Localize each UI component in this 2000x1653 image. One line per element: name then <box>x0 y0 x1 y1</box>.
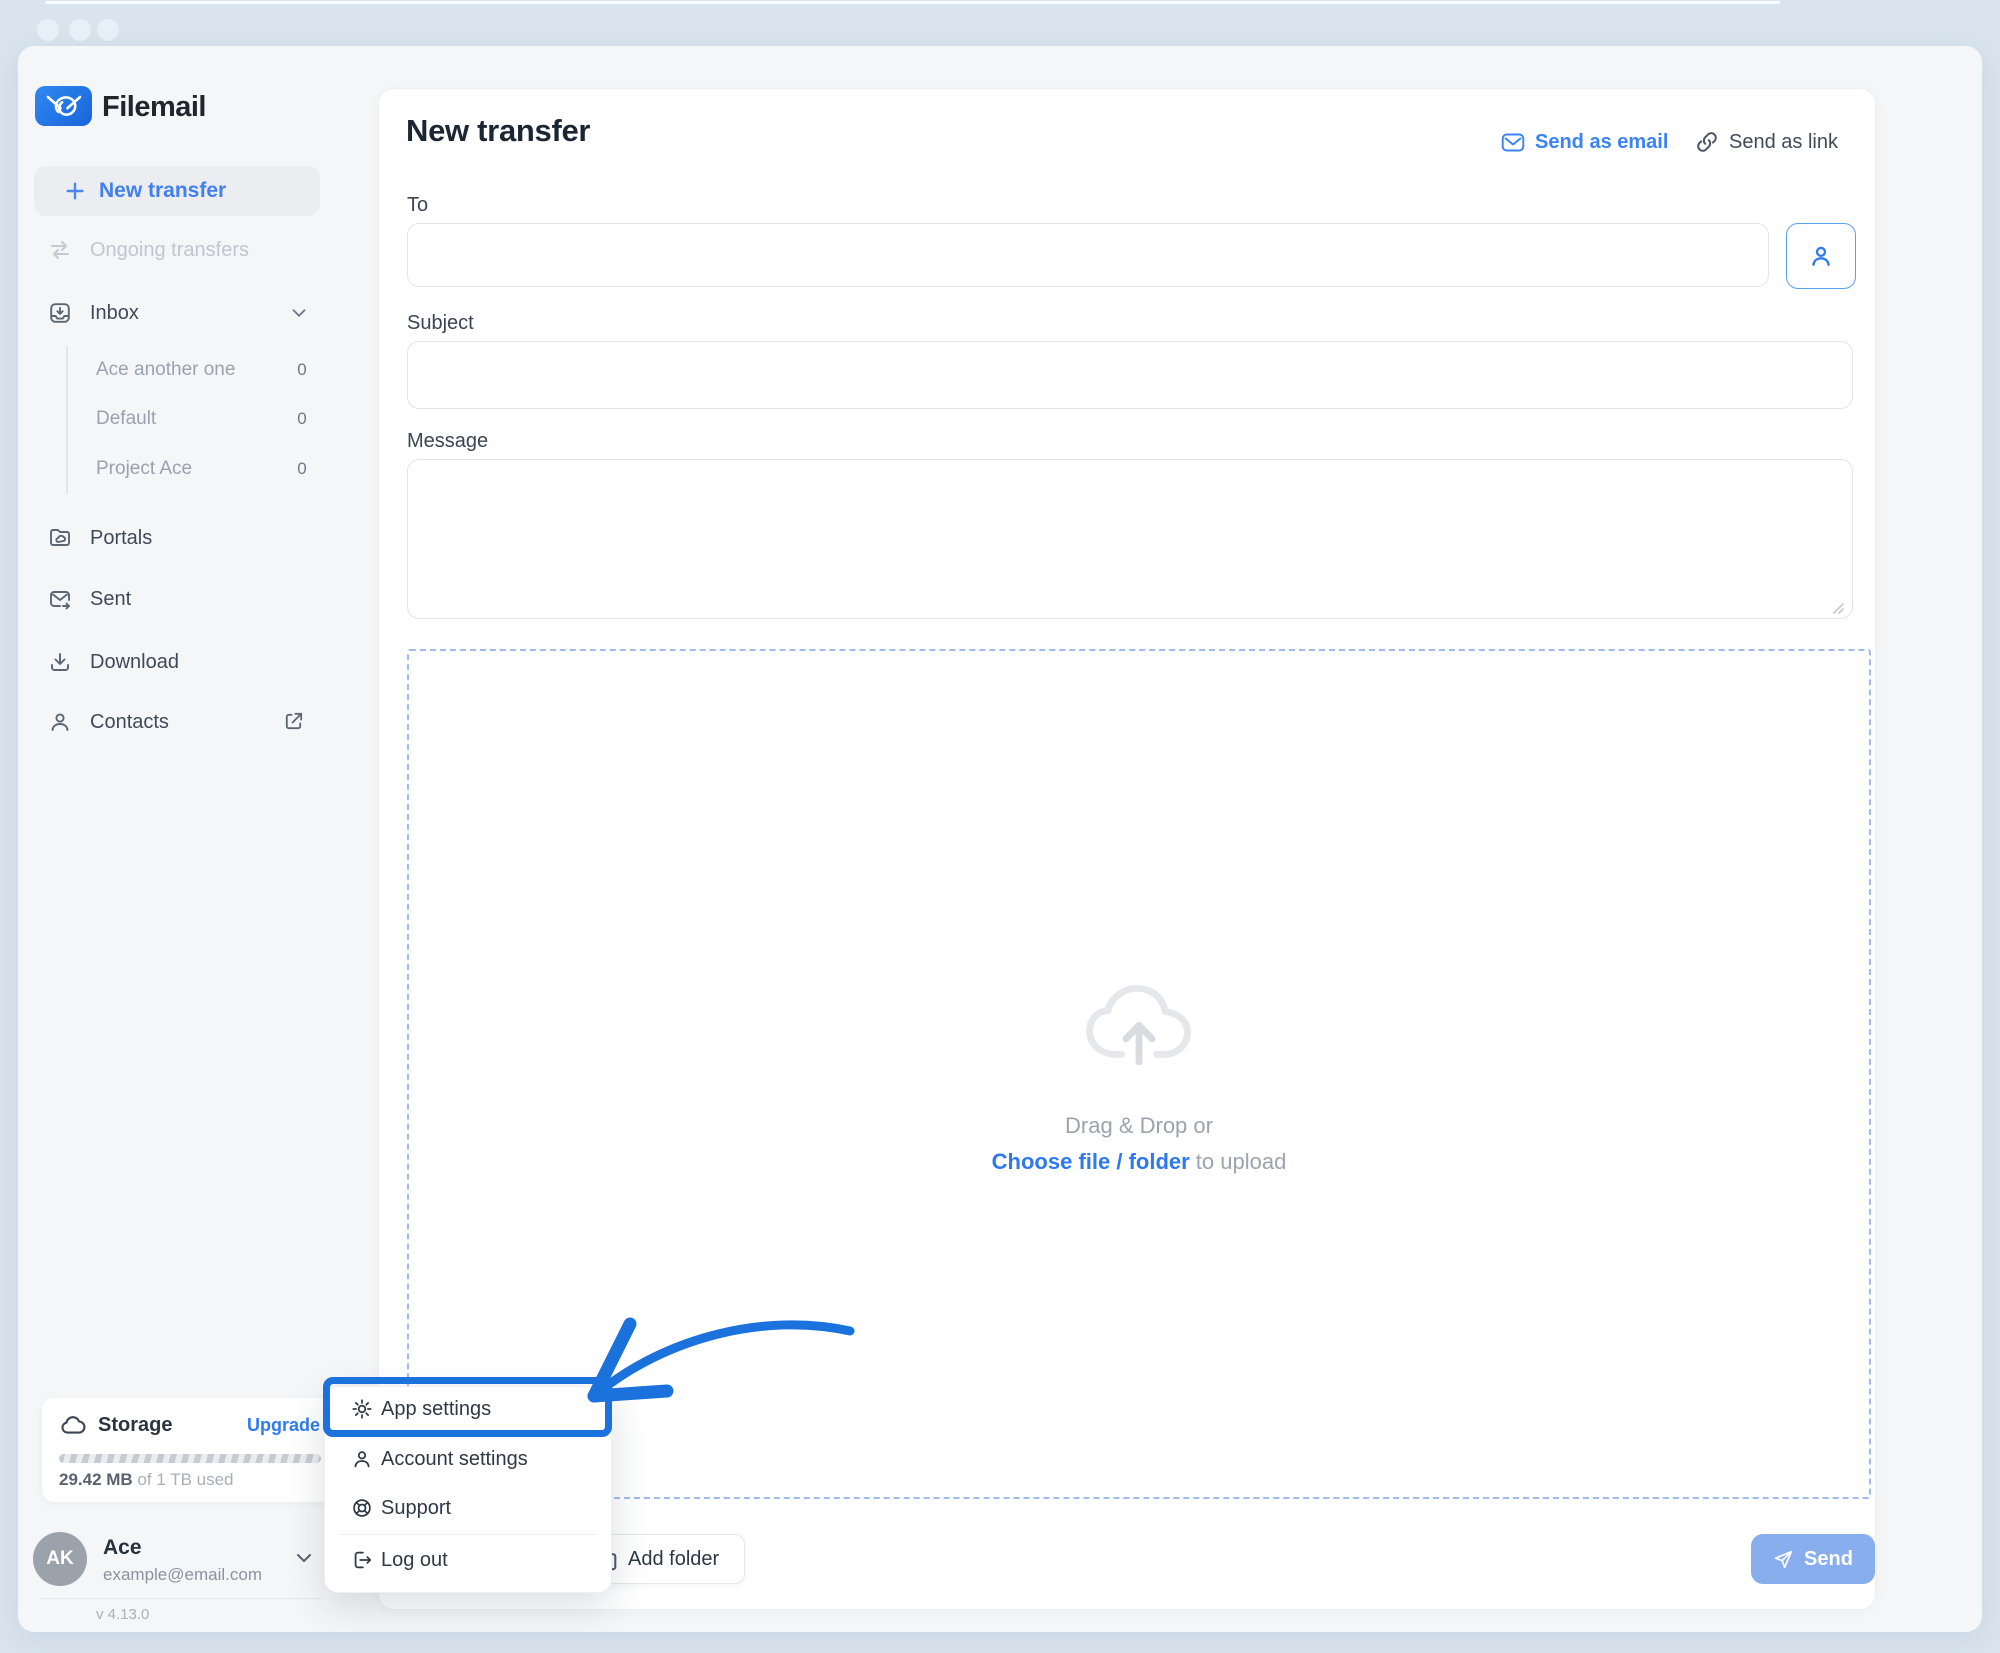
sidebar-item-ongoing-transfers[interactable]: Ongoing transfers <box>18 228 338 272</box>
menu-item-label: App settings <box>381 1398 491 1421</box>
subject-input[interactable] <box>407 341 1853 409</box>
sidebar-item-inbox-folder[interactable]: Project Ace 0 <box>18 450 338 490</box>
sidebar-item-download[interactable]: Download <box>18 640 338 684</box>
portals-icon <box>48 526 72 550</box>
window-control-dot[interactable] <box>69 19 91 41</box>
envelope-icon <box>1501 132 1525 153</box>
transfers-icon <box>48 238 72 262</box>
sidebar-item-label: Inbox <box>90 302 139 325</box>
send-button[interactable]: Send <box>1751 1534 1875 1584</box>
window-control-dot[interactable] <box>37 19 59 41</box>
menu-item-label: Account settings <box>381 1448 528 1471</box>
cloud-icon <box>59 1413 87 1437</box>
tab-send-as-email[interactable]: Send as email <box>1501 127 1668 157</box>
sidebar-item-label: Portals <box>90 527 152 550</box>
dropzone-text2: Choose file / folder to upload <box>992 1149 1287 1175</box>
sidebar-item-label: Contacts <box>90 711 169 734</box>
folder-label: Ace another one <box>96 359 235 381</box>
account-menu-popup: App settings Account settings Support Lo <box>324 1386 612 1593</box>
menu-item-log-out[interactable]: Log out <box>325 1538 611 1582</box>
sent-icon <box>48 587 72 611</box>
window-top-edge <box>45 1 1780 4</box>
brand-name: Filemail <box>102 89 206 125</box>
folder-label: Project Ace <box>96 458 192 480</box>
logout-icon <box>351 1549 373 1571</box>
filemail-logo-icon[interactable] <box>35 86 92 126</box>
storage-used: 29.42 MB <box>59 1470 133 1489</box>
user-name: Ace <box>103 1536 142 1560</box>
storage-usage: 29.42 MB of 1 TB used <box>59 1470 234 1490</box>
page-title: New transfer <box>406 111 590 151</box>
upgrade-link[interactable]: Upgrade <box>247 1415 320 1436</box>
subject-label: Subject <box>407 311 474 335</box>
window-control-dot[interactable] <box>97 19 119 41</box>
sidebar-item-label: New transfer <box>99 179 226 203</box>
to-input[interactable] <box>407 223 1769 287</box>
link-icon <box>1695 130 1719 154</box>
storage-title: Storage <box>98 1414 172 1437</box>
sidebar-footer-divider <box>40 1598 322 1599</box>
to-label: To <box>407 193 428 217</box>
screen: Filemail New transfer Ongoing transfers … <box>0 0 2000 1653</box>
folder-count: 0 <box>290 409 314 429</box>
cloud-upload-icon <box>1080 973 1198 1065</box>
sidebar-item-new-transfer[interactable]: New transfer <box>34 166 320 216</box>
send-label: Send <box>1804 1548 1853 1571</box>
menu-item-label: Log out <box>381 1549 448 1572</box>
menu-item-account-settings[interactable]: Account settings <box>325 1437 611 1481</box>
sidebar-item-inbox-folder[interactable]: Ace another one 0 <box>18 351 338 391</box>
sidebar-item-label: Download <box>90 651 179 674</box>
app-version: v 4.13.0 <box>96 1606 149 1623</box>
textarea-resize-handle[interactable] <box>1831 601 1845 615</box>
sidebar-item-label: Ongoing transfers <box>90 239 249 262</box>
menu-item-support[interactable]: Support <box>325 1486 611 1530</box>
paper-plane-icon <box>1773 1549 1794 1570</box>
inbox-icon <box>48 301 72 325</box>
sidebar-item-sent[interactable]: Sent <box>18 577 338 621</box>
chevron-down-icon[interactable] <box>292 1546 316 1570</box>
support-icon <box>351 1497 373 1519</box>
external-link-icon[interactable] <box>282 710 305 733</box>
tab-label: Send as link <box>1729 131 1838 154</box>
sidebar-item-label: Sent <box>90 588 131 611</box>
contacts-icon <box>48 710 72 734</box>
folder-count: 0 <box>290 459 314 479</box>
choose-file-link[interactable]: Choose file / folder <box>992 1149 1190 1174</box>
plus-icon <box>64 180 86 202</box>
new-transfer-card: New transfer Send as email Send as link … <box>378 88 1876 1610</box>
tab-send-as-link[interactable]: Send as link <box>1695 127 1838 157</box>
sidebar-item-inbox-folder[interactable]: Default 0 <box>18 400 338 440</box>
message-label: Message <box>407 429 488 453</box>
folder-count: 0 <box>290 360 314 380</box>
person-icon <box>351 1448 373 1470</box>
menu-item-label: Support <box>381 1497 451 1520</box>
folder-label: Default <box>96 408 156 430</box>
dropzone-suffix: to upload <box>1190 1149 1287 1174</box>
storage-total: of 1 TB used <box>133 1470 234 1489</box>
tab-label: Send as email <box>1535 131 1668 154</box>
chevron-down-icon[interactable] <box>288 302 310 324</box>
sidebar-item-portals[interactable]: Portals <box>18 516 338 560</box>
contacts-picker-button[interactable] <box>1786 223 1856 289</box>
storage-card: Storage Upgrade 29.42 MB of 1 TB used <box>42 1398 338 1502</box>
menu-divider <box>339 1534 597 1535</box>
app-window: Filemail New transfer Ongoing transfers … <box>18 46 1982 1632</box>
user-email: example@email.com <box>103 1565 262 1585</box>
menu-item-app-settings[interactable]: App settings <box>325 1387 611 1431</box>
dropzone-text: Drag & Drop or <box>1065 1113 1213 1139</box>
file-dropzone[interactable]: Drag & Drop or Choose file / folder to u… <box>407 649 1871 1499</box>
gear-icon <box>351 1398 373 1420</box>
storage-meter <box>59 1454 321 1463</box>
add-folder-label: Add folder <box>628 1548 719 1571</box>
message-textarea[interactable] <box>407 459 1853 619</box>
avatar[interactable]: AK <box>33 1532 87 1586</box>
download-icon <box>48 650 72 674</box>
